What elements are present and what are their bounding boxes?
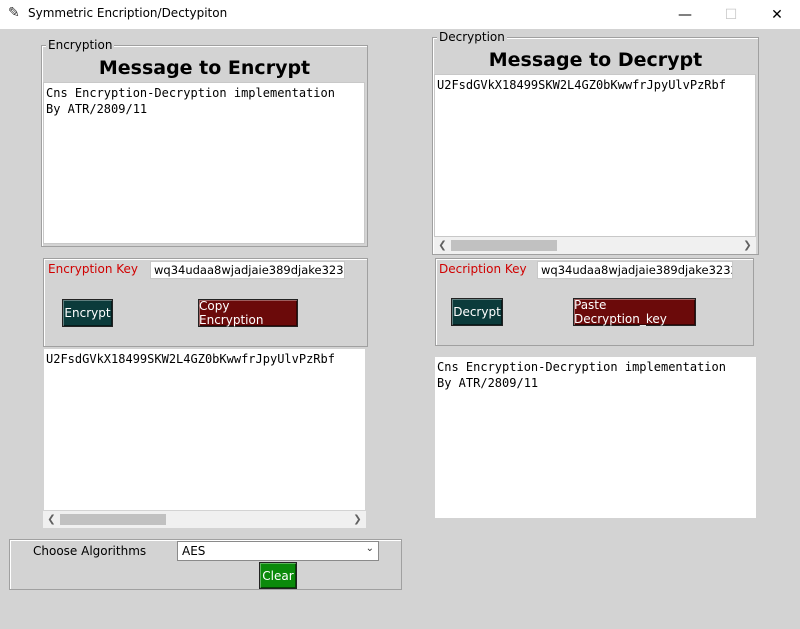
algorithm-selected-value: AES (182, 544, 206, 558)
scroll-right-icon[interactable]: ❯ (349, 511, 366, 528)
encrypt-heading: Message to Encrypt (98, 57, 311, 79)
title-bar: ✎ Symmetric Encription/Dectypiton — ☐ ✕ (0, 0, 800, 29)
scrollbar-thumb[interactable] (60, 514, 166, 525)
copy-encryption-button[interactable]: Copy Encryption (198, 299, 298, 327)
decryption-legend: Decryption (437, 30, 507, 44)
algorithm-select[interactable]: AES ⌄ (177, 541, 379, 561)
encrypted-output-scrollbar[interactable]: ❮ ❯ (43, 511, 366, 528)
minimize-button[interactable]: — (662, 0, 708, 29)
scrollbar-thumb[interactable] (451, 240, 557, 251)
encryption-key-input[interactable]: wq34udaa8wjadjaie389djake3232 (150, 261, 345, 279)
window-client-area: Encryption Message to Encrypt Cns Encryp… (0, 29, 800, 629)
scroll-left-icon[interactable]: ❮ (434, 237, 451, 254)
clear-button[interactable]: Clear (259, 562, 297, 589)
decryption-key-input[interactable]: wq34udaa8wjadjaie389djake3232 (537, 261, 733, 279)
encrypt-button[interactable]: Encrypt (62, 299, 113, 327)
window-title: Symmetric Encription/Dectypiton (28, 6, 228, 20)
decryption-key-label: Decription Key (439, 262, 527, 276)
decrypt-message-textarea[interactable]: U2FsdGVkX18499SKW2L4GZ0bKwwfrJpyUlvPzRbf (434, 74, 756, 237)
chevron-down-icon[interactable]: ⌄ (366, 543, 374, 554)
encryption-key-label: Encryption Key (48, 262, 138, 276)
decrypt-message-scrollbar[interactable]: ❮ ❯ (434, 237, 756, 254)
encryption-legend: Encryption (46, 38, 115, 52)
decrypt-heading: Message to Decrypt (488, 49, 703, 71)
scroll-right-icon[interactable]: ❯ (739, 237, 756, 254)
decrypt-button[interactable]: Decrypt (451, 298, 503, 326)
paste-decryption-key-button[interactable]: Paste Decryption_key (573, 298, 696, 326)
encrypt-message-textarea[interactable]: Cns Encryption-Decryption implementation… (43, 82, 365, 244)
feather-icon: ✎ (8, 5, 20, 21)
choose-algorithms-label: Choose Algorithms (33, 544, 147, 558)
close-button[interactable]: ✕ (754, 0, 800, 29)
maximize-button[interactable]: ☐ (708, 0, 754, 29)
decrypted-output-textarea[interactable]: Cns Encryption-Decryption implementation… (434, 356, 757, 519)
encrypted-output-textarea[interactable]: U2FsdGVkX18499SKW2L4GZ0bKwwfrJpyUlvPzRbf (43, 348, 366, 511)
scroll-left-icon[interactable]: ❮ (43, 511, 60, 528)
